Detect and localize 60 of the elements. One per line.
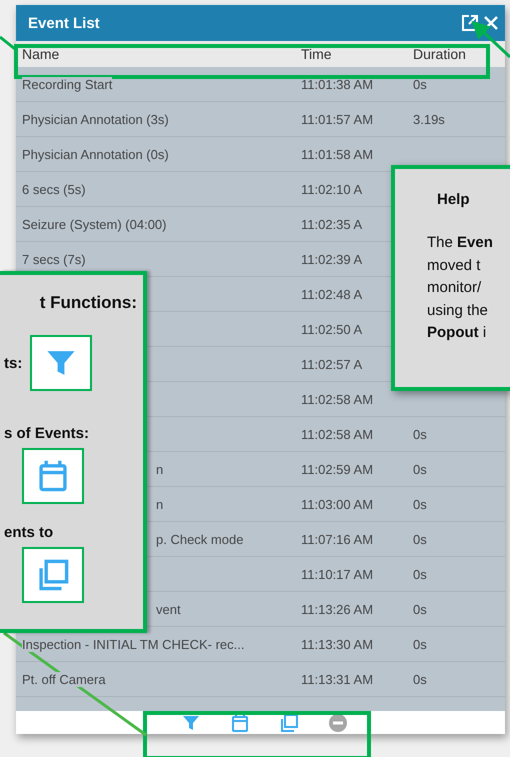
column-header[interactable]: Duration <box>413 46 505 62</box>
column-header[interactable]: Time <box>301 46 413 62</box>
close-icon <box>483 15 499 31</box>
callout-text-line: Popout i <box>427 323 488 343</box>
table-cell: 6 secs (5s) <box>22 182 86 196</box>
callout-title: t Functions: <box>38 293 138 313</box>
table-cell: 11:02:59 AM <box>301 462 374 476</box>
pointer-arrow <box>471 20 510 58</box>
calendar-button[interactable] <box>230 712 250 732</box>
table-cell: 11:02:39 A <box>301 252 362 266</box>
table-cell: Recording Start <box>22 76 112 92</box>
table-cell: 11:01:38 AM <box>301 76 374 92</box>
table-cell: 0s <box>413 496 427 512</box>
table-cell: Inspection - INITIAL TM CHECK- rec... <box>22 636 244 652</box>
table-cell: 0s <box>413 566 427 582</box>
table-cell: 11:10:17 AM <box>301 566 374 582</box>
table-cell: 11:02:58 AM <box>301 426 374 442</box>
table-cell: p. Check mode <box>156 532 244 546</box>
callout-text-line: moved t <box>427 256 482 276</box>
callout-label: ts: <box>3 354 22 372</box>
table-cell: 11:01:58 AM <box>301 146 374 162</box>
table-cell: 11:01:57 AM <box>301 112 374 126</box>
table-cell: 7 secs (7s) <box>22 252 86 266</box>
popout-button[interactable] <box>461 14 479 32</box>
table-cell: Seizure (System) (04:00) <box>22 216 166 232</box>
copy-button[interactable] <box>279 712 299 732</box>
table-cell: 0s <box>413 462 427 476</box>
close-button[interactable] <box>483 15 499 31</box>
table-cell: 0s <box>413 426 427 442</box>
callout-text-line: using the <box>427 300 489 320</box>
copy-icon <box>279 712 299 732</box>
table-cell: 11:07:16 AM <box>301 532 374 546</box>
popout-icon <box>461 14 479 32</box>
table-cell: 11:02:58 AM <box>301 392 374 406</box>
calendar-icon <box>230 712 250 732</box>
table-cell: 11:03:00 AM <box>301 496 374 512</box>
table-cell: 11:13:26 AM <box>301 602 374 616</box>
column-header[interactable]: Name <box>16 46 301 62</box>
table-cell: Physician Annotation (0s) <box>22 146 169 162</box>
table-cell: 11:02:10 A <box>301 182 362 196</box>
table-cell: 11:02:50 A <box>301 322 362 336</box>
table-cell: 11:13:31 AM <box>301 672 374 686</box>
table-cell: Physician Annotation (3s) <box>22 112 169 126</box>
callout-label: s of Events: <box>3 425 90 442</box>
table-cell: 0s <box>413 672 427 686</box>
callout-label: ents to <box>3 524 54 541</box>
callout-title: Help <box>437 191 471 208</box>
window-title: Event List <box>28 14 101 32</box>
table-cell: 11:02:35 A <box>301 216 362 232</box>
table-cell: 3.19s <box>413 112 445 126</box>
table-cell: 0s <box>413 76 427 92</box>
callout-text-line: monitor/ <box>427 278 482 298</box>
table-cell: 11:02:57 A <box>301 356 362 372</box>
callout-text-line: The Even <box>427 233 494 253</box>
table-cell: 0s <box>413 636 427 652</box>
table-cell: 0s <box>413 602 427 616</box>
table-cell: 0s <box>413 532 427 546</box>
table-cell: 11:02:48 A <box>301 286 362 302</box>
table-cell: Pt. off Camera <box>22 672 106 686</box>
table-cell: 11:13:30 AM <box>301 636 374 652</box>
